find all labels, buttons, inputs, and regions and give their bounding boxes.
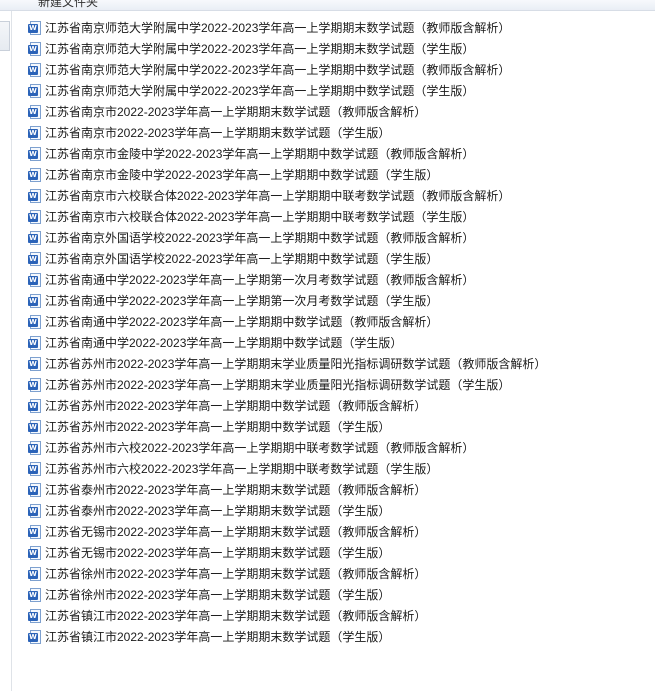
word-document-icon: W	[28, 378, 42, 393]
file-name: 江苏省徐州市2022-2023学年高一上学期期末数学试题（学生版）	[45, 588, 391, 602]
word-document-icon: W	[28, 588, 42, 603]
word-document-icon: W	[28, 294, 42, 309]
file-list: W 江苏省南京师范大学附属中学2022-2023学年高一上学期期末数学试题（教师版…	[28, 18, 648, 648]
file-item[interactable]: W 江苏省南京外国语学校2022-2023学年高一上学期期中数学试题（教师版含解析…	[28, 228, 648, 249]
word-document-icon: W	[28, 252, 42, 267]
file-item[interactable]: W 江苏省南京市2022-2023学年高一上学期期末数学试题（学生版）	[28, 123, 648, 144]
file-name: 江苏省徐州市2022-2023学年高一上学期期末数学试题（教师版含解析）	[45, 567, 427, 581]
file-name: 江苏省南京外国语学校2022-2023学年高一上学期期中数学试题（教师版含解析）	[45, 231, 475, 245]
file-name: 江苏省苏州市六校2022-2023学年高一上学期期中联考数学试题（教师版含解析）	[45, 441, 475, 455]
file-name: 江苏省南通中学2022-2023学年高一上学期第一次月考数学试题（教师版含解析）	[45, 273, 475, 287]
file-name: 江苏省镇江市2022-2023学年高一上学期期末数学试题（学生版）	[45, 630, 391, 644]
file-item[interactable]: W 江苏省南通中学2022-2023学年高一上学期期中数学试题（教师版含解析）	[28, 312, 648, 333]
word-document-icon: W	[28, 483, 42, 498]
file-name: 江苏省苏州市六校2022-2023学年高一上学期期中联考数学试题（学生版）	[45, 462, 439, 476]
file-name: 江苏省苏州市2022-2023学年高一上学期期中数学试题（教师版含解析）	[45, 399, 427, 413]
file-item[interactable]: W 江苏省南京外国语学校2022-2023学年高一上学期期中数学试题（学生版）	[28, 249, 648, 270]
file-name: 江苏省南京市2022-2023学年高一上学期期末数学试题（教师版含解析）	[45, 105, 427, 119]
file-name: 江苏省苏州市2022-2023学年高一上学期期中数学试题（学生版）	[45, 420, 391, 434]
file-name: 江苏省南京市六校联合体2022-2023学年高一上学期期中联考数学试题（学生版）	[45, 210, 475, 224]
word-document-icon: W	[28, 21, 42, 36]
file-item[interactable]: W 江苏省徐州市2022-2023学年高一上学期期末数学试题（学生版）	[28, 585, 648, 606]
file-name: 江苏省南通中学2022-2023学年高一上学期第一次月考数学试题（学生版）	[45, 294, 439, 308]
file-item[interactable]: W 江苏省无锡市2022-2023学年高一上学期期末数学试题（教师版含解析）	[28, 522, 648, 543]
file-item[interactable]: W 江苏省南京市2022-2023学年高一上学期期末数学试题（教师版含解析）	[28, 102, 648, 123]
word-document-icon: W	[28, 336, 42, 351]
word-document-icon: W	[28, 168, 42, 183]
file-name: 江苏省南京市六校联合体2022-2023学年高一上学期期中联考数学试题（教师版含…	[45, 189, 511, 203]
file-name: 江苏省泰州市2022-2023学年高一上学期期末数学试题（教师版含解析）	[45, 483, 427, 497]
word-document-icon: W	[28, 315, 42, 330]
new-folder-button[interactable]: 新建文件夹	[38, 0, 98, 10]
file-name: 江苏省南通中学2022-2023学年高一上学期期中数学试题（教师版含解析）	[45, 315, 439, 329]
word-document-icon: W	[28, 147, 42, 162]
file-name: 江苏省苏州市2022-2023学年高一上学期期末学业质量阳光指标调研数学试题（学…	[45, 378, 511, 392]
file-name: 江苏省南京师范大学附属中学2022-2023学年高一上学期期中数学试题（学生版）	[45, 84, 475, 98]
word-document-icon: W	[28, 105, 42, 120]
file-item[interactable]: W 江苏省苏州市2022-2023学年高一上学期期末学业质量阳光指标调研数学试题（…	[28, 354, 648, 375]
file-name: 江苏省无锡市2022-2023学年高一上学期期末数学试题（教师版含解析）	[45, 525, 427, 539]
file-item[interactable]: W 江苏省南京师范大学附属中学2022-2023学年高一上学期期中数学试题（教师版…	[28, 60, 648, 81]
file-item[interactable]: W 江苏省南京师范大学附属中学2022-2023学年高一上学期期中数学试题（学生版…	[28, 81, 648, 102]
word-document-icon: W	[28, 525, 42, 540]
file-item[interactable]: W 江苏省徐州市2022-2023学年高一上学期期末数学试题（教师版含解析）	[28, 564, 648, 585]
file-item[interactable]: W 江苏省南京市金陵中学2022-2023学年高一上学期期中数学试题（学生版）	[28, 165, 648, 186]
file-item[interactable]: W 江苏省镇江市2022-2023学年高一上学期期末数学试题（教师版含解析）	[28, 606, 648, 627]
file-name: 江苏省镇江市2022-2023学年高一上学期期末数学试题（教师版含解析）	[45, 609, 427, 623]
word-document-icon: W	[28, 567, 42, 582]
word-document-icon: W	[28, 84, 42, 99]
file-name: 江苏省苏州市2022-2023学年高一上学期期末学业质量阳光指标调研数学试题（教…	[45, 357, 547, 371]
file-name: 江苏省无锡市2022-2023学年高一上学期期末数学试题（学生版）	[45, 546, 391, 560]
word-document-icon: W	[28, 42, 42, 57]
word-document-icon: W	[28, 441, 42, 456]
file-name: 江苏省南京师范大学附属中学2022-2023学年高一上学期期中数学试题（教师版含…	[45, 63, 511, 77]
file-item[interactable]: W 江苏省苏州市2022-2023学年高一上学期期中数学试题（教师版含解析）	[28, 396, 648, 417]
file-name: 江苏省南京师范大学附属中学2022-2023学年高一上学期期末数学试题（教师版含…	[45, 21, 511, 35]
file-name: 江苏省南京市金陵中学2022-2023学年高一上学期期中数学试题（教师版含解析）	[45, 147, 475, 161]
word-document-icon: W	[28, 504, 42, 519]
word-document-icon: W	[28, 210, 42, 225]
word-document-icon: W	[28, 462, 42, 477]
file-item[interactable]: W 江苏省镇江市2022-2023学年高一上学期期末数学试题（学生版）	[28, 627, 648, 648]
file-item[interactable]: W 江苏省南京市六校联合体2022-2023学年高一上学期期中联考数学试题（学生版…	[28, 207, 648, 228]
word-document-icon: W	[28, 273, 42, 288]
file-name: 江苏省南京市金陵中学2022-2023学年高一上学期期中数学试题（学生版）	[45, 168, 439, 182]
file-item[interactable]: W 江苏省无锡市2022-2023学年高一上学期期末数学试题（学生版）	[28, 543, 648, 564]
file-item[interactable]: W 江苏省苏州市六校2022-2023学年高一上学期期中联考数学试题（教师版含解析…	[28, 438, 648, 459]
file-item[interactable]: W 江苏省南京师范大学附属中学2022-2023学年高一上学期期末数学试题（学生版…	[28, 39, 648, 60]
word-document-icon: W	[28, 357, 42, 372]
word-document-icon: W	[28, 189, 42, 204]
file-item[interactable]: W 江苏省南京市金陵中学2022-2023学年高一上学期期中数学试题（教师版含解析…	[28, 144, 648, 165]
navigation-pane	[0, 11, 12, 691]
file-name: 江苏省泰州市2022-2023学年高一上学期期末数学试题（学生版）	[45, 504, 391, 518]
word-document-icon: W	[28, 231, 42, 246]
file-name: 江苏省南京外国语学校2022-2023学年高一上学期期中数学试题（学生版）	[45, 252, 439, 266]
word-document-icon: W	[28, 546, 42, 561]
file-item[interactable]: W 江苏省南京市六校联合体2022-2023学年高一上学期期中联考数学试题（教师版…	[28, 186, 648, 207]
file-item[interactable]: W 江苏省南京师范大学附属中学2022-2023学年高一上学期期末数学试题（教师版…	[28, 18, 648, 39]
file-item[interactable]: W 江苏省苏州市六校2022-2023学年高一上学期期中联考数学试题（学生版）	[28, 459, 648, 480]
word-document-icon: W	[28, 399, 42, 414]
file-item[interactable]: W 江苏省泰州市2022-2023学年高一上学期期末数学试题（学生版）	[28, 501, 648, 522]
file-item[interactable]: W 江苏省泰州市2022-2023学年高一上学期期末数学试题（教师版含解析）	[28, 480, 648, 501]
file-item[interactable]: W 江苏省苏州市2022-2023学年高一上学期期末学业质量阳光指标调研数学试题（…	[28, 375, 648, 396]
file-item[interactable]: W 江苏省南通中学2022-2023学年高一上学期第一次月考数学试题（教师版含解析…	[28, 270, 648, 291]
toolbar: 新建文件夹	[0, 0, 655, 11]
file-item[interactable]: W 江苏省苏州市2022-2023学年高一上学期期中数学试题（学生版）	[28, 417, 648, 438]
word-document-icon: W	[28, 630, 42, 645]
file-item[interactable]: W 江苏省南通中学2022-2023学年高一上学期期中数学试题（学生版）	[28, 333, 648, 354]
word-document-icon: W	[28, 126, 42, 141]
word-document-icon: W	[28, 420, 42, 435]
file-item[interactable]: W 江苏省南通中学2022-2023学年高一上学期第一次月考数学试题（学生版）	[28, 291, 648, 312]
word-document-icon: W	[28, 609, 42, 624]
file-name: 江苏省南京师范大学附属中学2022-2023学年高一上学期期末数学试题（学生版）	[45, 42, 475, 56]
file-name: 江苏省南京市2022-2023学年高一上学期期末数学试题（学生版）	[45, 126, 391, 140]
word-document-icon: W	[28, 63, 42, 78]
nav-pane-item[interactable]	[0, 21, 10, 51]
file-name: 江苏省南通中学2022-2023学年高一上学期期中数学试题（学生版）	[45, 336, 403, 350]
